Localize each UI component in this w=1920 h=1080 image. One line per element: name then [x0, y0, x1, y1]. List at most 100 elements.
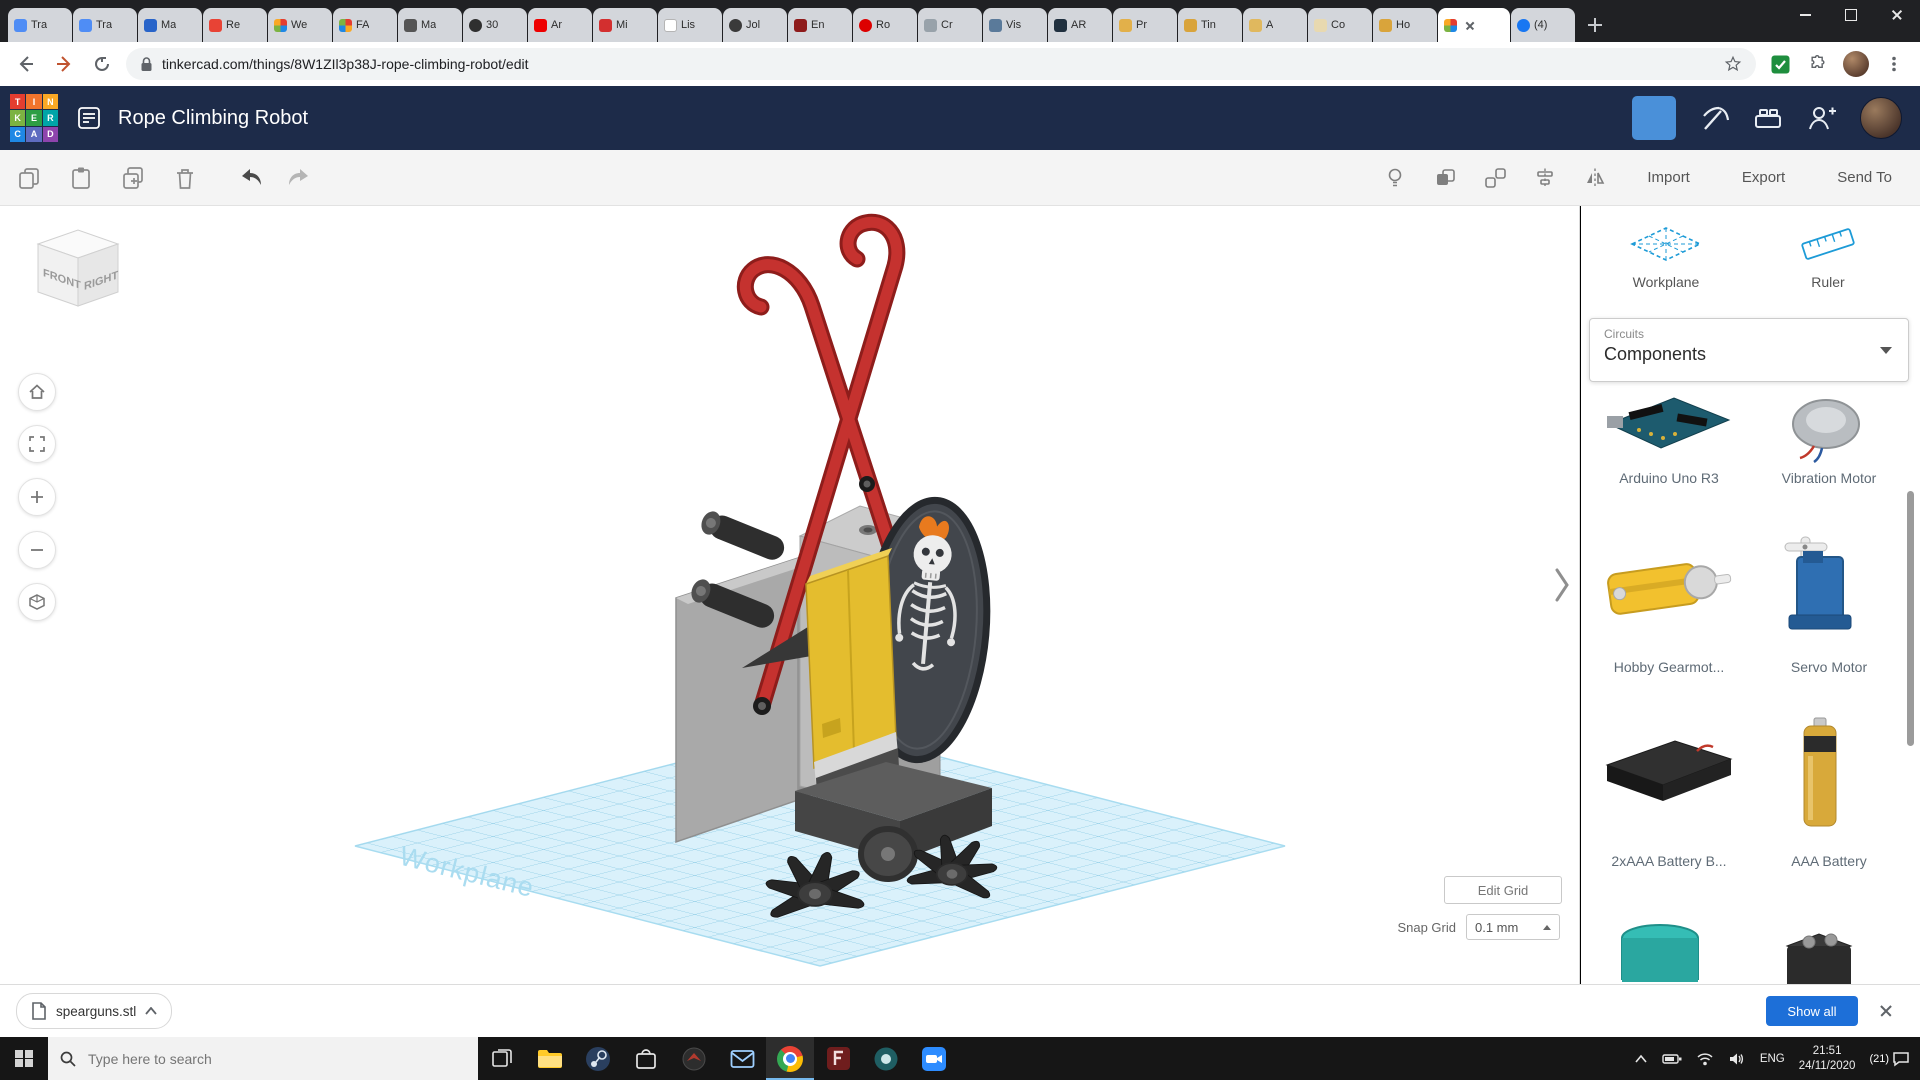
- url-text[interactable]: tinkercad.com/things/8W1ZIl3p38J-rope-cl…: [162, 56, 529, 72]
- browser-tab[interactable]: FA: [333, 8, 397, 42]
- redo-button[interactable]: [284, 165, 312, 191]
- reload-button[interactable]: [88, 50, 116, 78]
- tinkercad-logo[interactable]: T I N K E R C A D: [10, 94, 58, 142]
- 3d-scene[interactable]: Workplane: [0, 206, 1580, 984]
- fit-view-button[interactable]: [18, 425, 56, 463]
- import-button[interactable]: Import: [1635, 163, 1702, 192]
- user-avatar[interactable]: [1860, 97, 1902, 139]
- browser-tab[interactable]: Vis: [983, 8, 1047, 42]
- browser-tab[interactable]: A: [1243, 8, 1307, 42]
- bookmark-star-icon[interactable]: [1724, 55, 1742, 73]
- view-cube[interactable]: FRONT RIGHT: [22, 220, 134, 324]
- browser-tab[interactable]: Mi: [593, 8, 657, 42]
- send-to-button[interactable]: Send To: [1825, 163, 1904, 192]
- align-button[interactable]: [1533, 166, 1557, 190]
- hidden-icons-button[interactable]: [1634, 1054, 1648, 1064]
- volume-indicator[interactable]: [1728, 1052, 1746, 1066]
- window-close-button[interactable]: [1874, 0, 1920, 30]
- mirror-button[interactable]: [1583, 166, 1607, 190]
- extension-check-button[interactable]: [1766, 50, 1794, 78]
- undo-button[interactable]: [238, 165, 266, 191]
- edit-grid-button[interactable]: Edit Grid: [1444, 876, 1562, 904]
- bricks-mode-button[interactable]: [1752, 102, 1784, 134]
- design-menu-button[interactable]: [76, 105, 102, 131]
- browser-tab[interactable]: Jol: [723, 8, 787, 42]
- roller[interactable]: [698, 509, 788, 564]
- browser-tab[interactable]: Lis: [658, 8, 722, 42]
- show-all-downloads-button[interactable]: Show all: [1766, 996, 1858, 1026]
- component-gearmotor-thumb[interactable]: [1597, 541, 1742, 631]
- collapse-panel-button[interactable]: [1552, 564, 1572, 606]
- window-minimize-button[interactable]: [1782, 0, 1828, 30]
- delete-button[interactable]: [172, 165, 198, 191]
- taskbar-clock[interactable]: 21:51 24/11/2020: [1799, 1044, 1856, 1074]
- extensions-button[interactable]: [1804, 50, 1832, 78]
- paste-button[interactable]: [68, 165, 94, 191]
- chrome-button[interactable]: [766, 1037, 814, 1080]
- browser-tab[interactable]: Ma: [398, 8, 462, 42]
- zoom-in-button[interactable]: [18, 478, 56, 516]
- taskbar-search[interactable]: [48, 1037, 478, 1080]
- zoom-out-button[interactable]: [18, 531, 56, 569]
- download-item[interactable]: spearguns.stl: [16, 993, 172, 1029]
- component-battery-box-thumb[interactable]: [1597, 731, 1742, 811]
- back-button[interactable]: [12, 50, 40, 78]
- invite-collaborator-button[interactable]: [1806, 102, 1838, 134]
- new-tab-button[interactable]: [1582, 12, 1608, 38]
- browser-tab[interactable]: Pr: [1113, 8, 1177, 42]
- browser-tab[interactable]: Tin: [1178, 8, 1242, 42]
- app-f-button[interactable]: [814, 1037, 862, 1080]
- chevron-up-icon[interactable]: [145, 1007, 157, 1015]
- browser-tab[interactable]: Ma: [138, 8, 202, 42]
- meeting-app-button[interactable]: [862, 1037, 910, 1080]
- ruler-tool[interactable]: Ruler: [1753, 222, 1903, 290]
- component-partial-thumb[interactable]: [1613, 922, 1708, 984]
- design-canvas[interactable]: Workplane: [0, 206, 1580, 984]
- battery-indicator[interactable]: [1662, 1053, 1682, 1065]
- browser-tab[interactable]: Ar: [528, 8, 592, 42]
- download-bar-close-button[interactable]: [1878, 1003, 1894, 1019]
- action-center-button[interactable]: (21): [1869, 1051, 1910, 1067]
- browser-tab[interactable]: Ro: [853, 8, 917, 42]
- duplicate-button[interactable]: [120, 165, 146, 191]
- game-launcher-button[interactable]: [670, 1037, 718, 1080]
- browser-tab[interactable]: En: [788, 8, 852, 42]
- battery-pack[interactable]: [806, 548, 899, 798]
- browser-tab[interactable]: AR: [1048, 8, 1112, 42]
- search-input[interactable]: [86, 1050, 420, 1068]
- home-view-button[interactable]: [18, 373, 56, 411]
- workplane-tool[interactable]: Workplane: [1591, 222, 1741, 290]
- browser-tab[interactable]: Co: [1308, 8, 1372, 42]
- start-button[interactable]: [0, 1037, 48, 1080]
- component-servo-thumb[interactable]: [1777, 531, 1872, 643]
- snap-grid-select[interactable]: 0.1 mm: [1466, 914, 1560, 940]
- steam-button[interactable]: [574, 1037, 622, 1080]
- browser-tab[interactable]: Cr: [918, 8, 982, 42]
- address-bar[interactable]: tinkercad.com/things/8W1ZIl3p38J-rope-cl…: [126, 48, 1756, 80]
- file-explorer-button[interactable]: [526, 1037, 574, 1080]
- window-maximize-button[interactable]: [1828, 0, 1874, 30]
- component-arduino-thumb[interactable]: [1599, 386, 1739, 466]
- mail-button[interactable]: [718, 1037, 766, 1080]
- browser-tab[interactable]: Tra: [8, 8, 72, 42]
- language-indicator[interactable]: ENG: [1760, 1053, 1785, 1065]
- show-hidden-button[interactable]: [1383, 166, 1407, 190]
- browser-tab[interactable]: Ho: [1373, 8, 1437, 42]
- browser-tab-active-tinkercad[interactable]: [1438, 8, 1510, 42]
- panel-scrollbar[interactable]: [1907, 491, 1914, 746]
- ungroup-button[interactable]: [1483, 166, 1507, 190]
- shape-category-dropdown[interactable]: Circuits Components: [1589, 318, 1909, 382]
- copy-button[interactable]: [16, 165, 42, 191]
- camera-app-button[interactable]: [910, 1037, 958, 1080]
- component-aaa-battery-thumb[interactable]: [1797, 714, 1843, 832]
- browser-tab[interactable]: Tra: [73, 8, 137, 42]
- design-title[interactable]: Rope Climbing Robot: [118, 107, 308, 130]
- task-view-button[interactable]: [478, 1037, 526, 1080]
- component-vibration-motor-thumb[interactable]: [1766, 388, 1886, 464]
- group-button[interactable]: [1433, 166, 1457, 190]
- view-3d-design-button[interactable]: [1632, 96, 1676, 140]
- forward-button[interactable]: [50, 50, 78, 78]
- ms-store-button[interactable]: [622, 1037, 670, 1080]
- wifi-indicator[interactable]: [1696, 1052, 1714, 1066]
- tab-close-icon[interactable]: [1463, 18, 1477, 32]
